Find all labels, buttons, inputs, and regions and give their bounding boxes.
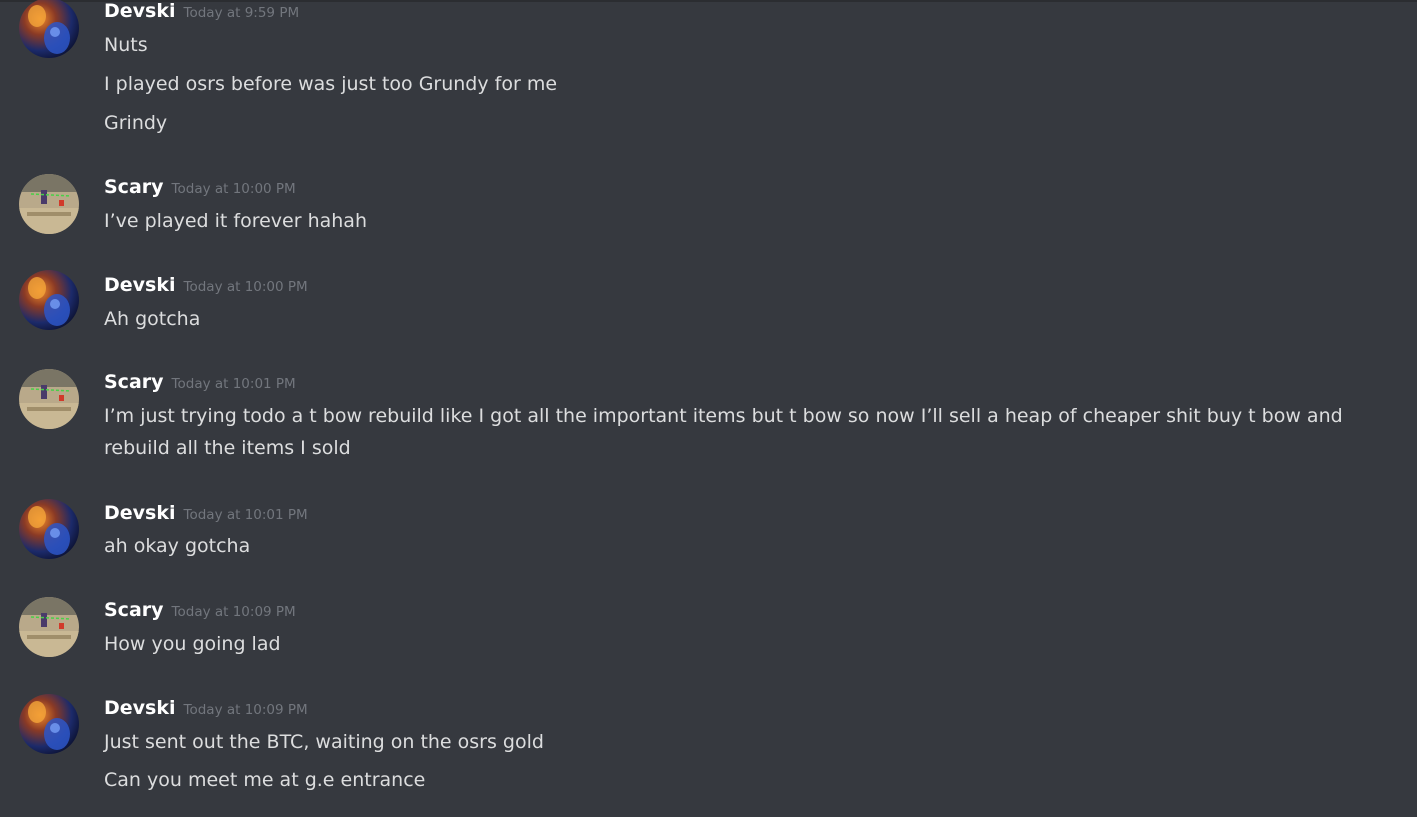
message-timestamp[interactable]: Today at 10:01 PM — [184, 507, 308, 523]
chat-messages: Devski Today at 9:59 PM Nuts I played osr… — [0, 0, 1417, 817]
message-text: I played osrs before was just too Grundy… — [104, 73, 558, 95]
message-text: Can you meet me at g.e entrance — [104, 769, 426, 791]
message-author[interactable]: Devski — [104, 697, 176, 719]
message-text: ah okay gotcha — [104, 535, 251, 557]
message-timestamp[interactable]: Today at 9:59 PM — [184, 5, 300, 21]
devski-avatar[interactable] — [19, 499, 79, 559]
message-author[interactable]: Devski — [104, 502, 176, 524]
message-timestamp[interactable]: Today at 10:09 PM — [184, 702, 308, 718]
message-timestamp[interactable]: Today at 10:09 PM — [172, 604, 296, 620]
devski-avatar[interactable] — [19, 694, 79, 754]
message-timestamp[interactable]: Today at 10:01 PM — [172, 376, 296, 392]
message-text: Grindy — [104, 112, 168, 134]
message-author[interactable]: Devski — [104, 274, 176, 296]
message-author[interactable]: Scary — [104, 371, 164, 393]
message-text: I’m just trying todo a t bow rebuild lik… — [104, 405, 1343, 459]
devski-avatar[interactable] — [19, 0, 79, 58]
scary-avatar[interactable] — [19, 369, 79, 429]
message-text: I’ve played it forever hahah — [104, 210, 367, 232]
message-timestamp[interactable]: Today at 10:00 PM — [172, 181, 296, 197]
message-author[interactable]: Scary — [104, 599, 164, 621]
scary-avatar[interactable] — [19, 174, 79, 234]
devski-avatar[interactable] — [19, 270, 79, 330]
message-author[interactable]: Devski — [104, 0, 176, 22]
message-text: Ah gotcha — [104, 308, 201, 330]
message-timestamp[interactable]: Today at 10:00 PM — [184, 279, 308, 295]
message-author[interactable]: Scary — [104, 176, 164, 198]
scary-avatar[interactable] — [19, 597, 79, 657]
message-text: Nuts — [104, 34, 148, 56]
message-text: How you going lad — [104, 633, 281, 655]
message-text: Just sent out the BTC, waiting on the os… — [104, 731, 544, 753]
